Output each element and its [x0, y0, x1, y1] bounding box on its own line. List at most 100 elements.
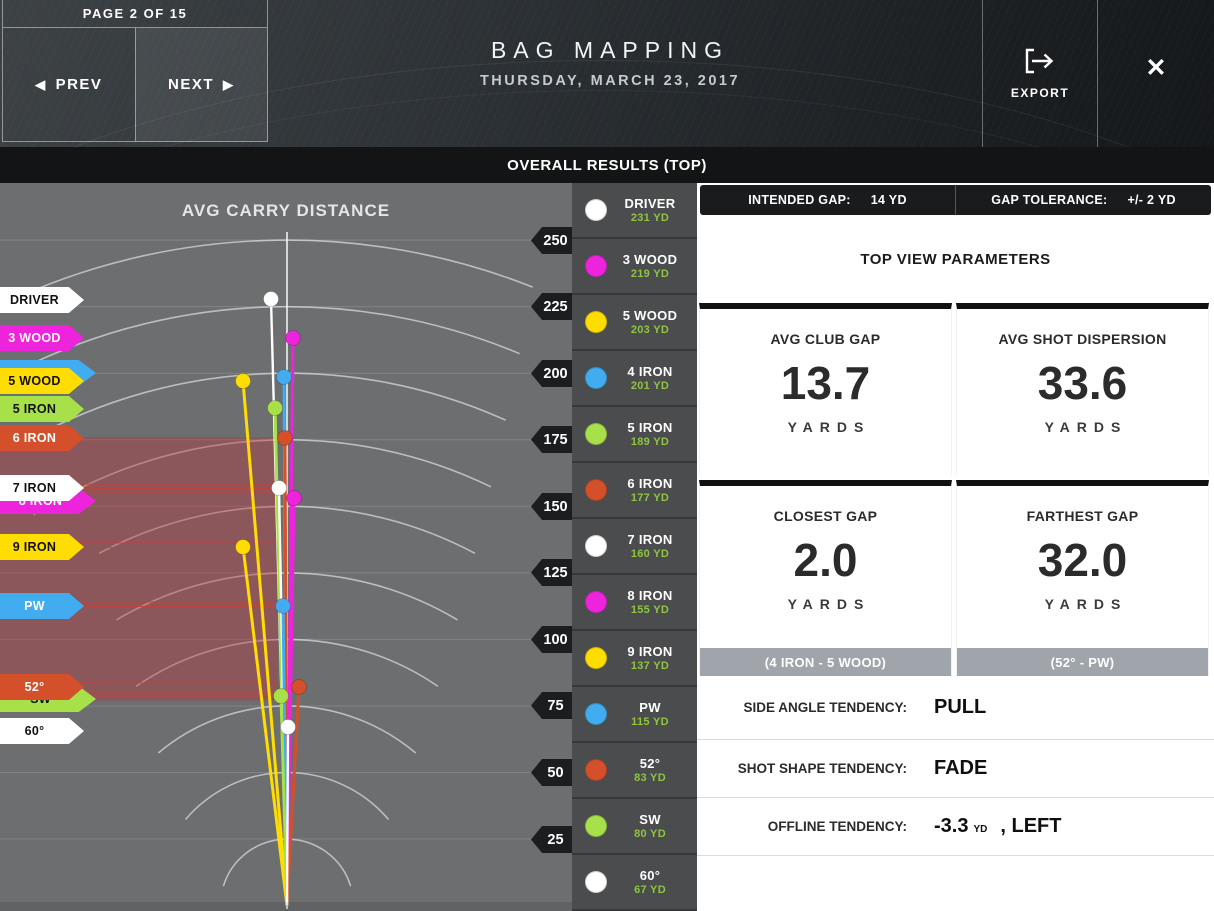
- club-carry-distance: 219 YD: [607, 269, 693, 280]
- next-page-button[interactable]: NEXT ▶: [135, 28, 269, 142]
- stat-card-unit: YARDS: [957, 596, 1208, 612]
- gap-tolerance-label: GAP TOLERANCE:: [991, 193, 1107, 207]
- shot-dot: [274, 689, 289, 704]
- tendency-suffix: , LEFT: [1000, 815, 1061, 838]
- results-section-title: OVERALL RESULTS (TOP): [507, 157, 707, 174]
- club-carry-distance: 80 YD: [607, 829, 693, 840]
- club-list-text: PW115 YD: [607, 701, 693, 728]
- shot-dot: [292, 680, 307, 695]
- club-carry-distance: 231 YD: [607, 213, 693, 224]
- shot-line: [287, 727, 288, 906]
- club-carry-distance: 137 YD: [607, 661, 693, 672]
- club-carry-distance: 177 YD: [607, 493, 693, 504]
- club-name: 5 IRON: [607, 421, 693, 434]
- club-list-text: 6 IRON 177 YD: [607, 477, 693, 504]
- club-list-item-5-wood[interactable]: 5 WOOD203 YD: [572, 295, 697, 351]
- stat-card-value: 2.0: [700, 533, 951, 587]
- intended-gap-value: 14 YD: [871, 193, 907, 207]
- shot-dot: [281, 720, 296, 735]
- club-list-text: 5 IRON189 YD: [607, 421, 693, 448]
- club-name: 6 IRON: [607, 477, 693, 490]
- export-button[interactable]: EXPORT: [983, 0, 1097, 147]
- club-color-dot: [585, 759, 607, 781]
- shot-dot: [276, 599, 291, 614]
- club-list-item-4-iron[interactable]: 4 IRON201 YD: [572, 351, 697, 407]
- close-icon: ✕: [1146, 53, 1167, 83]
- stat-card-footnote: (52° - PW): [957, 648, 1208, 676]
- club-list-item-52-[interactable]: 52° 83 YD: [572, 743, 697, 799]
- club-list-item-3-wood[interactable]: 3 WOOD219 YD: [572, 239, 697, 295]
- club-color-dot: [585, 479, 607, 501]
- club-color-dot: [585, 591, 607, 613]
- next-arrow-icon: ▶: [223, 77, 235, 93]
- club-list-item-driver[interactable]: DRIVER231 YD: [572, 183, 697, 239]
- club-carry-distance: 67 YD: [607, 885, 693, 896]
- club-list-item-7-iron[interactable]: 7 IRON160 YD: [572, 519, 697, 575]
- club-color-dot: [585, 647, 607, 669]
- prev-page-button[interactable]: ◀ PREV: [2, 28, 135, 142]
- pagination-controls: ◀ PREV NEXT ▶: [2, 28, 268, 142]
- club-color-dot: [585, 423, 607, 445]
- stat-card-avg-shot-dispersion: AVG SHOT DISPERSION33.6YARDS: [956, 303, 1209, 475]
- stat-card-value: 32.0: [957, 533, 1208, 587]
- stat-card-value: 33.6: [957, 356, 1208, 410]
- club-list: DRIVER231 YD 3 WOOD219 YD 5 WOOD203 YD 4 IR…: [572, 183, 697, 911]
- shot-dot: [236, 540, 251, 555]
- close-button[interactable]: ✕: [1098, 0, 1214, 147]
- club-tag-driver: DRIVER: [0, 287, 84, 313]
- tendency-value: PULL: [934, 696, 986, 719]
- prev-arrow-icon: ◀: [35, 77, 47, 93]
- club-list-item-sw[interactable]: SW 80 YD: [572, 799, 697, 855]
- club-list-text: 4 IRON201 YD: [607, 365, 693, 392]
- club-color-dot: [585, 703, 607, 725]
- shot-dot: [286, 331, 301, 346]
- stat-card-label: FARTHEST GAP: [957, 508, 1208, 524]
- app-header: PAGE 2 OF 15 ◀ PREV NEXT ▶ BAG MAPPING T…: [0, 0, 1214, 147]
- prev-button-label: PREV: [56, 76, 103, 93]
- results-section-bar: OVERALL RESULTS (TOP): [0, 147, 1214, 183]
- intended-gap-label: INTENDED GAP:: [748, 193, 851, 207]
- club-list-item-pw[interactable]: PW115 YD: [572, 687, 697, 743]
- page-indicator: PAGE 2 OF 15: [2, 0, 268, 28]
- stat-card-unit: YARDS: [700, 419, 951, 435]
- dispersion-chart-pane: AVG CARRY DISTANCE DRIVER3 WOOD5 WOOD4 I…: [0, 183, 572, 911]
- club-list-item-5-iron[interactable]: 5 IRON189 YD: [572, 407, 697, 463]
- club-list-text: 52° 83 YD: [607, 757, 693, 784]
- tendency-unit: YD: [973, 824, 987, 835]
- stat-card-farthest-gap: FARTHEST GAP 32.0 YARDS (52° - PW): [956, 480, 1209, 676]
- club-list-text: 8 IRON155 YD: [607, 589, 693, 616]
- club-name: 7 IRON: [607, 533, 693, 546]
- club-list-text: 60°67 YD: [607, 869, 693, 896]
- club-color-dot: [585, 871, 607, 893]
- stat-card-avg-club-gap: AVG CLUB GAP 13.7 YARDS: [699, 303, 952, 475]
- club-color-dot: [585, 367, 607, 389]
- club-carry-distance: 201 YD: [607, 381, 693, 392]
- club-color-dot: [585, 199, 607, 221]
- club-name: 52°: [607, 757, 693, 770]
- club-carry-distance: 203 YD: [607, 325, 693, 336]
- stat-card-unit: YARDS: [957, 419, 1208, 435]
- club-list-item-9-iron[interactable]: 9 IRON 137 YD: [572, 631, 697, 687]
- club-list-item-6-iron[interactable]: 6 IRON 177 YD: [572, 463, 697, 519]
- stat-card-label: AVG CLUB GAP: [700, 331, 951, 347]
- tendency-label: OFFLINE TENDENCY:: [697, 819, 907, 834]
- distance-arc: [15, 373, 506, 448]
- parameters-panel: INTENDED GAP: 14 YD GAP TOLERANCE: +/- 2…: [697, 183, 1214, 911]
- club-tag-5-wood: 5 WOOD: [0, 368, 84, 394]
- club-list-item-8-iron[interactable]: 8 IRON155 YD: [572, 575, 697, 631]
- stat-card-value: 13.7: [700, 356, 951, 410]
- tendency-row-side-angle-tendency: SIDE ANGLE TENDENCY:PULL: [697, 676, 1214, 740]
- club-tag-6-iron: 6 IRON: [0, 425, 84, 451]
- club-name: SW: [607, 813, 693, 826]
- club-carry-distance: 83 YD: [607, 773, 693, 784]
- club-tag-7-iron: 7 IRON: [0, 475, 84, 501]
- club-carry-distance: 155 YD: [607, 605, 693, 616]
- club-list-item-60-[interactable]: 60°67 YD: [572, 855, 697, 911]
- stat-card-footnote: (4 IRON - 5 WOOD): [700, 648, 951, 676]
- shot-dot: [268, 401, 283, 416]
- shot-dot: [236, 374, 251, 389]
- tendency-value: FADE: [934, 757, 987, 780]
- club-name: 9 IRON: [607, 645, 693, 658]
- stat-card-unit: YARDS: [700, 596, 951, 612]
- club-list-text: 3 WOOD219 YD: [607, 253, 693, 280]
